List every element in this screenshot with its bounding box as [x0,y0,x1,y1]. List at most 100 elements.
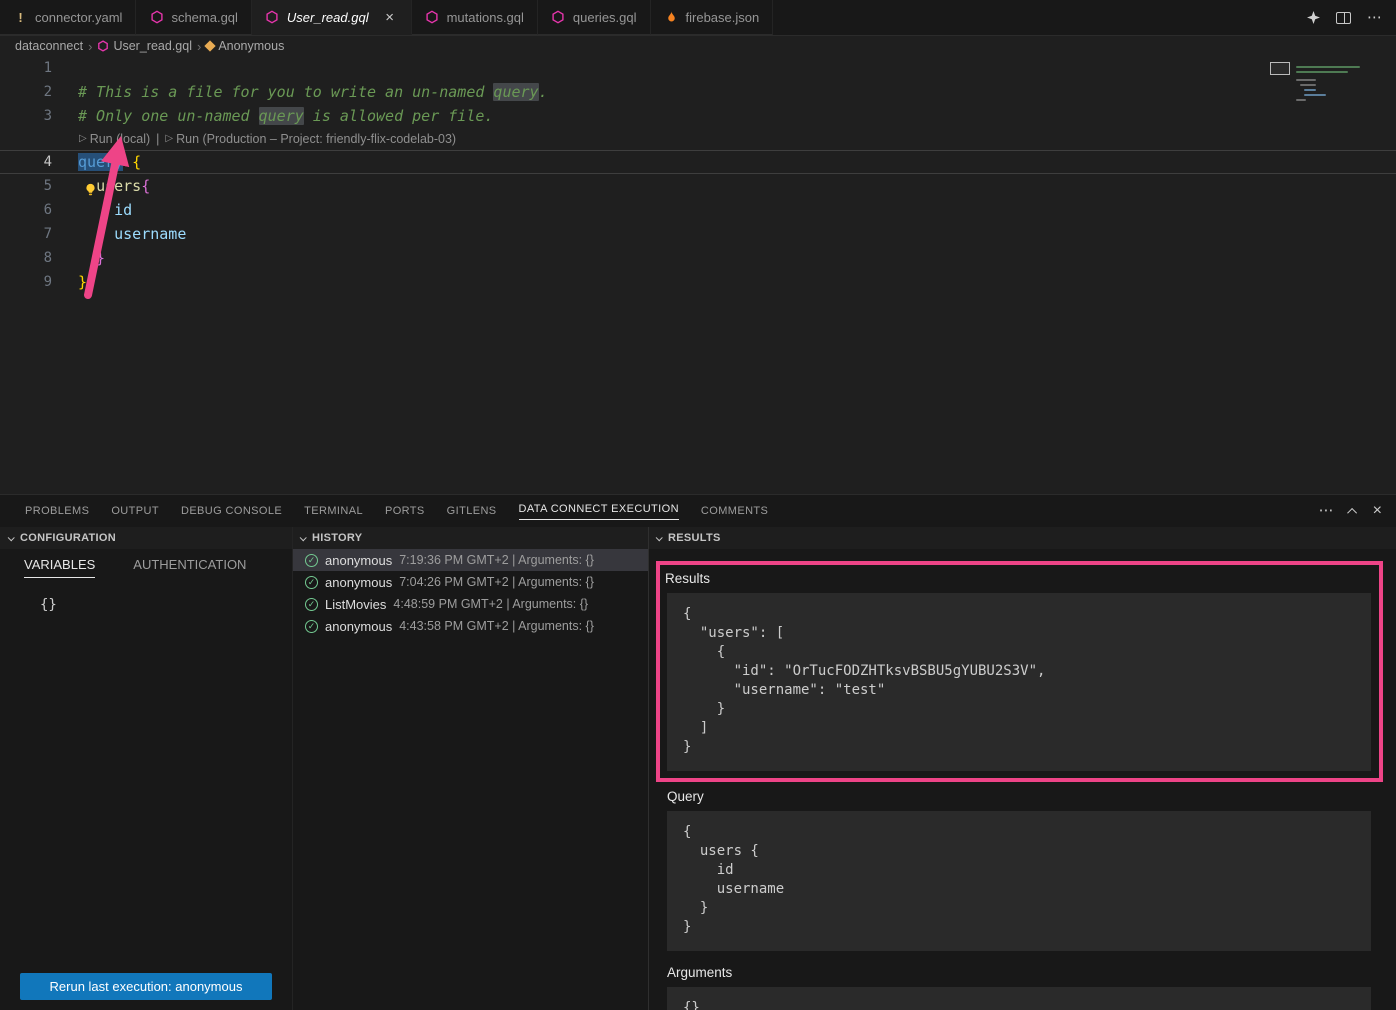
code-line: 3 # Only one un-named query is allowed p… [0,104,1396,128]
tab-label: queries.gql [573,10,637,25]
breadcrumb-folder[interactable]: dataconnect [15,39,83,53]
code-line: 2 # This is a file for you to write an u… [0,80,1396,104]
chevron-down-icon [656,534,663,541]
lightbulb-icon[interactable] [84,179,97,192]
firebase-flame-icon [664,10,679,25]
panel-tab-comments[interactable]: COMMENTS [690,495,779,527]
brace: { [123,153,141,171]
panel-tab-terminal[interactable]: TERMINAL [293,495,374,527]
section-title: CONFIGURATION [20,532,116,544]
tab-user-read-gql[interactable]: User_read.gql × [252,0,412,35]
minimap-viewport [1270,62,1290,75]
code-line: 5 users{ [0,174,1396,198]
section-configuration[interactable]: CONFIGURATION [0,527,292,549]
line-number: 3 [0,104,52,128]
close-icon[interactable]: × [382,9,398,25]
history-item[interactable]: ✓ anonymous 7:04:26 PM GMT+2 | Arguments… [293,571,648,593]
breadcrumb-file-label: User_read.gql [113,39,192,53]
panel-tab-gitlens[interactable]: GITLENS [436,495,508,527]
maximize-panel-icon[interactable] [1347,507,1357,517]
code-line: 1 [0,56,1396,80]
history-item-name: ListMovies [325,597,386,612]
panel-tab-bar: PROBLEMS OUTPUT DEBUG CONSOLE TERMINAL P… [0,495,1396,527]
bottom-panel: PROBLEMS OUTPUT DEBUG CONSOLE TERMINAL P… [0,494,1396,1010]
breadcrumb-symbol[interactable]: Anonymous [206,39,284,53]
chevron-down-icon [8,534,15,541]
panel-tab-problems[interactable]: PROBLEMS [14,495,100,527]
split-editor-icon[interactable] [1336,12,1351,24]
history-item-meta: 7:04:26 PM GMT+2 | Arguments: {} [399,575,594,589]
editor-tab-bar: ! connector.yaml schema.gql User_read.gq… [0,0,1396,36]
code-line-current: 4 query { [0,150,1396,174]
history-item[interactable]: ✓ anonymous 7:19:36 PM GMT+2 | Arguments… [293,549,648,571]
configuration-tabs: VARIABLES AUTHENTICATION [24,557,246,578]
panel-tab-output[interactable]: OUTPUT [100,495,170,527]
history-list: ✓ anonymous 7:19:36 PM GMT+2 | Arguments… [293,549,648,637]
comment-text: # Only one un-named [78,107,259,125]
panel-tab-debug-console[interactable]: DEBUG CONSOLE [170,495,293,527]
tab-firebase-json[interactable]: firebase.json [651,0,774,35]
panel-tab-ports[interactable]: PORTS [374,495,436,527]
comment-text: # This is a file for you to write an un-… [78,83,493,101]
chevron-down-icon [300,534,307,541]
vscode-window: ! connector.yaml schema.gql User_read.gq… [0,0,1396,1010]
more-actions-icon[interactable]: ⋯ [1319,505,1334,517]
section-results[interactable]: RESULTS [648,527,1396,549]
line-number: 7 [0,222,52,246]
history-item-meta: 7:19:36 PM GMT+2 | Arguments: {} [399,553,594,567]
line-number: 5 [0,174,52,198]
graphql-icon [97,40,109,52]
variables-value[interactable]: {} [40,597,57,613]
results-json: { "users": [ { "id": "OrTucFODZHTksvBSBU… [667,593,1371,771]
history-item[interactable]: ✓ ListMovies 4:48:59 PM GMT+2 | Argument… [293,593,648,615]
play-icon: ▷ [79,128,87,150]
line-number: 9 [0,270,52,294]
line-number: 6 [0,198,52,222]
graphql-icon [551,10,566,25]
line-number: 2 [0,80,52,104]
section-history[interactable]: HISTORY [292,527,648,549]
tab-authentication[interactable]: AUTHENTICATION [133,557,246,578]
tab-label: connector.yaml [35,10,122,25]
more-actions-icon[interactable]: ⋯ [1367,12,1382,24]
run-production-link[interactable]: ▷Run (Production – Project: friendly-fli… [165,128,456,150]
line-number: 4 [0,150,52,174]
history-item[interactable]: ✓ anonymous 4:43:58 PM GMT+2 | Arguments… [293,615,648,637]
column-divider[interactable] [648,527,649,1010]
breadcrumb-symbol-label: Anonymous [218,39,284,53]
run-local-link[interactable]: ▷Run (local) [79,128,150,150]
success-check-icon: ✓ [305,554,318,567]
history-item-meta: 4:48:59 PM GMT+2 | Arguments: {} [393,597,588,611]
tab-label: User_read.gql [287,10,369,25]
panel-tab-data-connect-execution[interactable]: DATA CONNECT EXECUTION [508,495,690,527]
comment-text: . [539,83,548,101]
close-panel-icon[interactable]: × [1373,504,1382,518]
line-number: 8 [0,246,52,270]
line-number: 1 [0,56,52,80]
history-item-name: anonymous [325,553,392,568]
success-check-icon: ✓ [305,620,318,633]
code-line: 9 } [0,270,1396,294]
section-title: RESULTS [668,532,721,544]
breadcrumb-file[interactable]: User_read.gql [97,39,192,53]
field-name: users [96,177,141,195]
tab-connector-yaml[interactable]: ! connector.yaml [0,0,136,35]
editor-actions: ⋯ [1307,0,1396,35]
rerun-last-execution-button[interactable]: Rerun last execution: anonymous [20,973,272,1000]
tab-variables[interactable]: VARIABLES [24,557,95,578]
minimap[interactable] [1270,60,1386,130]
run-production-label: Run (Production – Project: friendly-flix… [176,128,456,150]
selected-keyword: query [78,153,123,171]
codelens-separator: | [156,128,159,150]
brace: { [141,177,150,195]
tab-mutations-gql[interactable]: mutations.gql [412,0,538,35]
field-name: id [78,201,132,219]
codelens: ▷Run (local) | ▷Run (Production – Projec… [0,128,1396,150]
tab-queries-gql[interactable]: queries.gql [538,0,651,35]
arguments-label: Arguments [667,965,732,980]
word-highlight: query [493,83,538,101]
tab-schema-gql[interactable]: schema.gql [136,0,251,35]
code-editor[interactable]: 1 2 # This is a file for you to write an… [0,56,1396,494]
history-item-name: anonymous [325,575,392,590]
copilot-sparkle-icon[interactable] [1307,11,1320,24]
